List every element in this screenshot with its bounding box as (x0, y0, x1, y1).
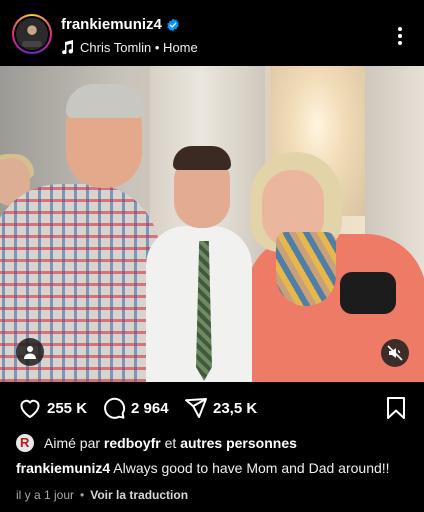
speaker-muted-icon (387, 345, 403, 361)
post-meta: il y a 1 jour • Voir la traduction (16, 488, 188, 502)
liked-by-text: Aimé par redboyfr et autres personnes (44, 435, 297, 451)
photo-person-right-scarf (276, 232, 336, 306)
heart-icon (20, 399, 40, 418)
post-photo[interactable] (0, 66, 424, 382)
avatar-border (14, 16, 50, 52)
more-options-icon[interactable] (396, 26, 404, 46)
bookmark-icon (387, 397, 405, 419)
photo-person-right-bag (340, 272, 396, 314)
meta-separator: • (80, 488, 85, 502)
save-button[interactable] (384, 396, 406, 420)
liker-avatar[interactable] (16, 434, 34, 452)
comment-button[interactable]: 2 964 (102, 396, 182, 420)
avatar-story-ring[interactable] (12, 14, 52, 54)
photo-person-left-hair (66, 84, 144, 118)
caption-text: Always good to have Mom and Dad around!! (113, 460, 390, 476)
post-actions: 255 K 2 964 23,5 K (0, 382, 424, 432)
username[interactable]: frankiemuniz4 (61, 16, 162, 33)
tagged-people-button[interactable] (16, 338, 44, 366)
comment-count: 2 964 (131, 400, 169, 417)
music-note-icon (62, 40, 73, 54)
like-button[interactable]: 255 K (18, 396, 98, 420)
photo-person-middle-hair (173, 146, 231, 170)
post-time: il y a 1 jour (16, 488, 75, 502)
post-caption: frankiemuniz4 Always good to have Mom an… (16, 460, 390, 476)
liked-by-user[interactable]: redboyfr (104, 435, 161, 451)
post-header: frankiemuniz4 Chris Tomlin • Home (0, 0, 424, 66)
avatar[interactable] (16, 18, 48, 50)
liked-by-connector: et (164, 435, 177, 451)
liked-by-prefix: Aimé par (44, 435, 101, 451)
comment-icon (104, 397, 126, 419)
audio-track[interactable]: Chris Tomlin • Home (80, 40, 198, 55)
mute-button[interactable] (381, 339, 409, 367)
caption-username[interactable]: frankiemuniz4 (16, 460, 110, 476)
send-icon (185, 398, 207, 418)
verified-badge-icon (167, 18, 179, 32)
liked-by-others[interactable]: autres personnes (180, 435, 297, 451)
see-translation-link[interactable]: Voir la traduction (90, 488, 188, 502)
share-button[interactable]: 23,5 K (184, 396, 274, 420)
share-count: 23,5 K (213, 400, 258, 417)
person-icon (24, 346, 36, 359)
like-count: 255 K (47, 400, 88, 417)
